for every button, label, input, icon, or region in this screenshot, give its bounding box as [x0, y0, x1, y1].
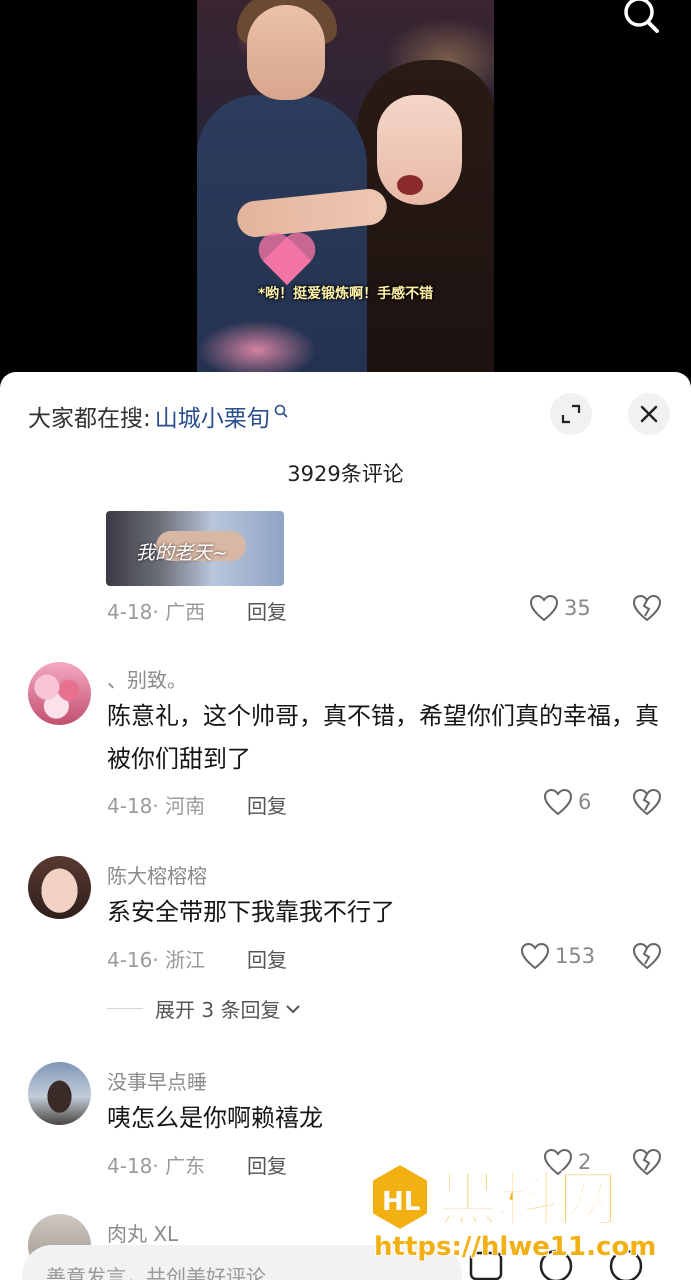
- comment-location: 广西: [165, 600, 206, 624]
- dislike-button[interactable]: [632, 788, 662, 818]
- suggestion-term-link[interactable]: 山城小栗旬: [155, 399, 270, 433]
- comment-text: 系安全带那下我靠我不行了: [107, 898, 395, 926]
- meta-separator: ·: [152, 794, 166, 818]
- watermark-brand: 黑料网: [438, 1165, 618, 1235]
- expand-sheet-button[interactable]: [550, 393, 592, 435]
- comment-meta: 4-18· 广西: [107, 596, 205, 625]
- broken-heart-icon: [632, 788, 662, 816]
- like-count: 6: [578, 790, 592, 814]
- search-suggestion[interactable]: 大家都在搜: 山城小栗旬: [28, 399, 288, 433]
- video-figure-man-head: [247, 5, 325, 100]
- watermark-logo: HL 黑料网: [371, 1162, 619, 1236]
- sheet-header: 大家都在搜: 山城小栗旬: [0, 372, 691, 462]
- like-count: 35: [564, 596, 591, 620]
- thumbnail-caption: 我的老天~: [136, 542, 228, 564]
- comment-date: 4-18: [107, 794, 153, 818]
- comment-date: 4-18: [107, 600, 153, 624]
- comment-date: 4-16: [107, 948, 153, 972]
- reply-button[interactable]: 回复: [247, 596, 287, 625]
- comment-username[interactable]: 、别致。: [107, 664, 187, 693]
- comment-username[interactable]: 陈大榕榕榕: [107, 860, 207, 889]
- expand-divider: [107, 1008, 143, 1009]
- broken-heart-icon: [632, 942, 662, 970]
- meta-separator: ·: [152, 600, 166, 624]
- dislike-button[interactable]: [632, 594, 662, 624]
- comment-text: 陈意礼，这个帅哥，真不错，希望你们真的幸福，真被你们甜到了: [107, 702, 659, 773]
- close-icon: [640, 405, 658, 423]
- comment-meta: 4-18· 广东: [107, 1150, 205, 1179]
- meta-separator: ·: [152, 1154, 166, 1178]
- comment-date: 4-18: [107, 1154, 153, 1178]
- chevron-down-icon: [286, 1004, 301, 1013]
- suggestion-prefix: 大家都在搜:: [28, 406, 151, 432]
- video-figure-woman-mouth: [397, 175, 423, 195]
- comment-username[interactable]: 没事早点睡: [107, 1066, 207, 1095]
- avatar[interactable]: [28, 856, 91, 919]
- small-search-icon: [274, 404, 288, 418]
- broken-heart-icon: [632, 594, 662, 622]
- reply-button[interactable]: 回复: [247, 944, 287, 973]
- pink-glow: [197, 320, 317, 372]
- heart-icon: [520, 942, 550, 970]
- like-button[interactable]: 35: [529, 594, 591, 622]
- heart-icon: [529, 594, 559, 622]
- like-count: 153: [555, 944, 596, 968]
- watermark-logo-text: HL: [382, 1187, 420, 1217]
- like-button[interactable]: 153: [520, 942, 595, 970]
- expand-icon: [561, 404, 581, 424]
- comment-meta: 4-18· 河南: [107, 790, 205, 819]
- comment-meta: 4-16· 浙江: [107, 944, 205, 973]
- video-frame[interactable]: *哟！挺爱锻炼啊！手感不错: [197, 0, 494, 372]
- watermark: HL 黑料网 https://hlwe11.com: [368, 1160, 688, 1280]
- comment-count: 3929条评论: [287, 462, 404, 486]
- comment-location: 广东: [165, 1154, 206, 1178]
- watermark-url: https://hlwe11.com: [374, 1232, 657, 1262]
- video-player[interactable]: *哟！挺爱锻炼啊！手感不错: [0, 0, 691, 372]
- close-sheet-button[interactable]: [628, 393, 670, 435]
- search-button[interactable]: [619, 0, 665, 36]
- like-button[interactable]: 6: [543, 788, 591, 816]
- avatar[interactable]: [28, 1062, 91, 1125]
- comment-sheet: 大家都在搜: 山城小栗旬 3929条评论 我的老天~ 4-18· 广西 回复 3…: [0, 372, 691, 1280]
- comment-location: 浙江: [165, 948, 206, 972]
- expand-replies-label: 展开 3 条回复: [155, 998, 281, 1022]
- comment-username[interactable]: 肉丸 XL: [107, 1218, 178, 1247]
- reply-button[interactable]: 回复: [247, 1150, 287, 1179]
- dislike-button[interactable]: [632, 942, 662, 972]
- avatar[interactable]: [28, 662, 91, 725]
- heart-icon: [543, 788, 573, 816]
- heart-sticker: [257, 235, 317, 285]
- meta-separator: ·: [152, 948, 166, 972]
- reply-button[interactable]: 回复: [247, 790, 287, 819]
- expand-replies-button[interactable]: 展开 3 条回复: [107, 994, 302, 1023]
- comment-text: 咦怎么是你啊赖禧龙: [107, 1104, 323, 1132]
- comment-image-thumbnail[interactable]: 我的老天~: [106, 511, 284, 586]
- video-caption: *哟！挺爱锻炼啊！手感不错: [257, 286, 434, 302]
- comment-location: 河南: [165, 794, 206, 818]
- search-icon: [624, 0, 659, 33]
